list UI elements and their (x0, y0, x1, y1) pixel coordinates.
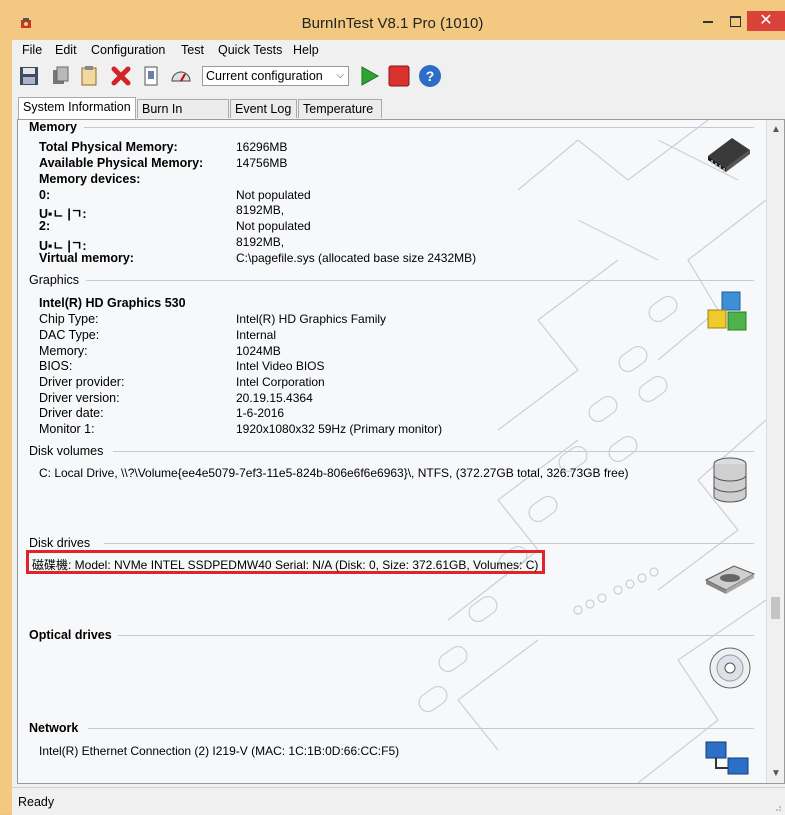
system-info-content: Memory Total Physical Memory: 16296MB Av… (18, 120, 766, 783)
graphics-cubes-icon (707, 291, 747, 331)
memory-label: 0: (39, 188, 51, 202)
memory-label: Virtual memory: (39, 251, 134, 265)
section-optical-drives-title: Optical drives (29, 628, 112, 642)
section-divider (88, 728, 754, 729)
minimize-button[interactable] (695, 11, 721, 31)
stop-icon[interactable] (388, 65, 410, 87)
window-frame: BurnInTest V8.1 Pro (1010) ✕ File Edit C… (0, 0, 785, 815)
scroll-thumb[interactable] (771, 597, 780, 619)
maximize-icon (730, 16, 741, 27)
menu-file[interactable]: File (22, 43, 42, 57)
graphics-label: Driver version: (39, 391, 120, 405)
network-line: Intel(R) Ethernet Connection (2) I219-V … (39, 744, 400, 758)
memory-value: 8192MB, (236, 203, 285, 217)
tab-burn-in-results[interactable]: Burn In Results (137, 99, 229, 134)
graphics-value: 20.19.15.4364 (236, 391, 313, 405)
close-button[interactable]: ✕ (747, 11, 785, 31)
chevron-down-icon: ⌵ (336, 70, 344, 81)
menu-configuration[interactable]: Configuration (91, 43, 165, 57)
graphics-label: Driver provider: (39, 375, 125, 389)
graphics-value: 1920x1080x32 59Hz (Primary monitor) (236, 422, 443, 436)
graphics-value: 1024MB (236, 344, 281, 358)
graphics-label: Memory: (39, 344, 88, 358)
disk-volume-line: C: Local Drive, \\?\Volume{ee4e5079-7ef3… (39, 466, 629, 480)
menu-help[interactable]: Help (293, 43, 319, 57)
save-icon[interactable] (18, 65, 40, 87)
configuration-select[interactable]: Current configuration ⌵ (202, 66, 349, 86)
disk-drive-line: 磁碟機: Model: NVMe INTEL SSDPEDMW40 Serial… (32, 558, 539, 572)
report-icon[interactable] (140, 65, 162, 87)
tab-temperature[interactable]: Temperature (298, 99, 382, 118)
database-icon (713, 457, 747, 503)
section-graphics-title: Graphics (29, 273, 80, 287)
system-info-panel: Memory Total Physical Memory: 16296MB Av… (17, 119, 785, 784)
close-icon: ✕ (759, 12, 773, 29)
client-area: File Edit Configuration Test Quick Tests… (12, 40, 785, 815)
memory-value: 14756MB (236, 156, 288, 170)
help-glyph: ? (425, 68, 435, 84)
play-icon[interactable] (358, 65, 380, 87)
memory-label: Memory devices: (39, 172, 141, 186)
scroll-up-icon[interactable]: ▲ (771, 124, 781, 135)
section-disk-drives-title: Disk drives (29, 536, 91, 550)
window-title: BurnInTest V8.1 Pro (1010) (301, 15, 484, 32)
configuration-value: Current configuration (206, 69, 323, 83)
resize-grip-icon[interactable] (773, 803, 781, 811)
graphics-label: BIOS: (39, 359, 73, 373)
menu-quick-tests[interactable]: Quick Tests (218, 43, 282, 57)
section-memory-title: Memory (29, 120, 77, 134)
status-bar: Ready (12, 787, 785, 815)
vertical-scrollbar[interactable]: ▲ ▼ (766, 120, 784, 783)
section-network-title: Network (29, 721, 79, 735)
hard-drive-icon (704, 565, 756, 594)
title-bar[interactable]: BurnInTest V8.1 Pro (1010) ✕ (0, 0, 785, 40)
network-icon (705, 741, 749, 775)
memory-value: C:\pagefile.sys (allocated base size 243… (236, 251, 477, 265)
graphics-value: Intel(R) HD Graphics Family (236, 312, 387, 326)
memory-value: 8192MB, (236, 235, 285, 249)
section-disk-volumes-title: Disk volumes (29, 444, 104, 458)
optical-disc-icon (709, 647, 751, 689)
tab-system-information[interactable]: System Information (18, 97, 136, 119)
memory-label: Available Physical Memory: (39, 156, 204, 170)
section-divider (84, 127, 754, 128)
tab-strip: System Information Burn In Results Event… (18, 97, 785, 134)
status-text: Ready (18, 795, 55, 809)
section-divider (118, 635, 754, 636)
maximize-button[interactable] (722, 11, 748, 31)
graphics-label: Chip Type: (39, 312, 99, 326)
menu-edit[interactable]: Edit (55, 43, 77, 57)
graphics-label: Driver date: (39, 406, 104, 420)
toolbar: Current configuration ⌵ ? (12, 60, 785, 94)
memory-value: 16296MB (236, 140, 288, 154)
graphics-value: Internal (236, 328, 277, 342)
memory-label: 2: (39, 219, 51, 233)
graphics-value: Intel Corporation (236, 375, 325, 389)
memory-value: Not populated (236, 219, 311, 233)
memory-value: Not populated (236, 188, 311, 202)
section-divider (86, 280, 754, 281)
clipboard-icon[interactable] (78, 65, 100, 87)
tab-event-log[interactable]: Event Log (230, 99, 297, 118)
help-icon[interactable]: ? (419, 65, 441, 87)
section-divider (104, 543, 754, 544)
graphics-value: 1-6-2016 (236, 406, 285, 420)
scroll-down-icon[interactable]: ▼ (771, 768, 781, 779)
graphics-label: DAC Type: (39, 328, 100, 342)
graphics-label: Monitor 1: (39, 422, 95, 436)
gauge-icon[interactable] (170, 65, 192, 87)
graphics-adapter-name: Intel(R) HD Graphics 530 (39, 296, 186, 310)
copy-icon[interactable] (50, 65, 72, 87)
menu-bar: File Edit Configuration Test Quick Tests… (12, 40, 785, 60)
section-divider (113, 451, 754, 452)
memory-chip-icon (708, 138, 750, 172)
graphics-value: Intel Video BIOS (236, 359, 325, 373)
minimize-icon (703, 21, 713, 23)
menu-test[interactable]: Test (181, 43, 204, 57)
delete-icon[interactable] (110, 65, 132, 87)
memory-label: Total Physical Memory: (39, 140, 178, 154)
